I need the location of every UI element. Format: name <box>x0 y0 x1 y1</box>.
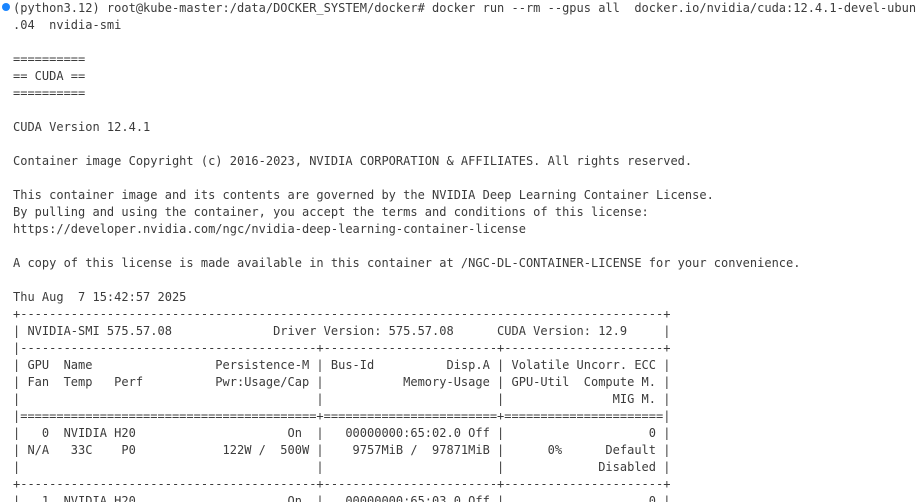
terminal-line: | | | Disabled | <box>13 460 671 474</box>
terminal-line: .04 nvidia-smi <box>13 18 122 32</box>
terminal-line: ========== <box>13 86 86 100</box>
terminal-line: | | | MIG M. | <box>13 392 671 406</box>
terminal-line: https://developer.nvidia.com/ngc/nvidia-… <box>13 222 526 236</box>
terminal-line: This container image and its contents ar… <box>13 188 714 202</box>
terminal-line: | N/A 33C P0 122W / 500W | 9757MiB / 978… <box>13 443 671 457</box>
terminal-line: +---------------------------------------… <box>13 307 671 321</box>
terminal-line: |=======================================… <box>13 409 671 423</box>
terminal-line: |---------------------------------------… <box>13 341 671 355</box>
terminal-line: By pulling and using the container, you … <box>13 205 649 219</box>
terminal-line: | 0 NVIDIA H20 On | 00000000:65:02.0 Off… <box>13 426 671 440</box>
terminal-line: Thu Aug 7 15:42:57 2025 <box>13 290 187 304</box>
terminal-line: Container image Copyright (c) 2016-2023,… <box>13 154 693 168</box>
terminal-output[interactable]: (python3.12) root@kube-master:/data/DOCK… <box>0 0 916 502</box>
terminal-line: | Fan Temp Perf Pwr:Usage/Cap | Memory-U… <box>13 375 671 389</box>
terminal-line: | GPU Name Persistence-M | Bus-Id Disp.A… <box>13 358 671 372</box>
terminal-line: == CUDA == <box>13 69 86 83</box>
terminal-line: ========== <box>13 52 86 66</box>
terminal-line: A copy of this license is made available… <box>13 256 801 270</box>
command-line: (python3.12) root@kube-master:/data/DOCK… <box>13 1 916 15</box>
terminal-line: CUDA Version 12.4.1 <box>13 120 151 134</box>
prompt-status-icon <box>2 3 10 11</box>
terminal-line: +---------------------------------------… <box>13 477 671 491</box>
terminal-line: | NVIDIA-SMI 575.57.08 Driver Version: 5… <box>13 324 671 338</box>
terminal-line: | 1 NVIDIA H20 On | 00000000:65:03.0 Off… <box>13 494 671 502</box>
